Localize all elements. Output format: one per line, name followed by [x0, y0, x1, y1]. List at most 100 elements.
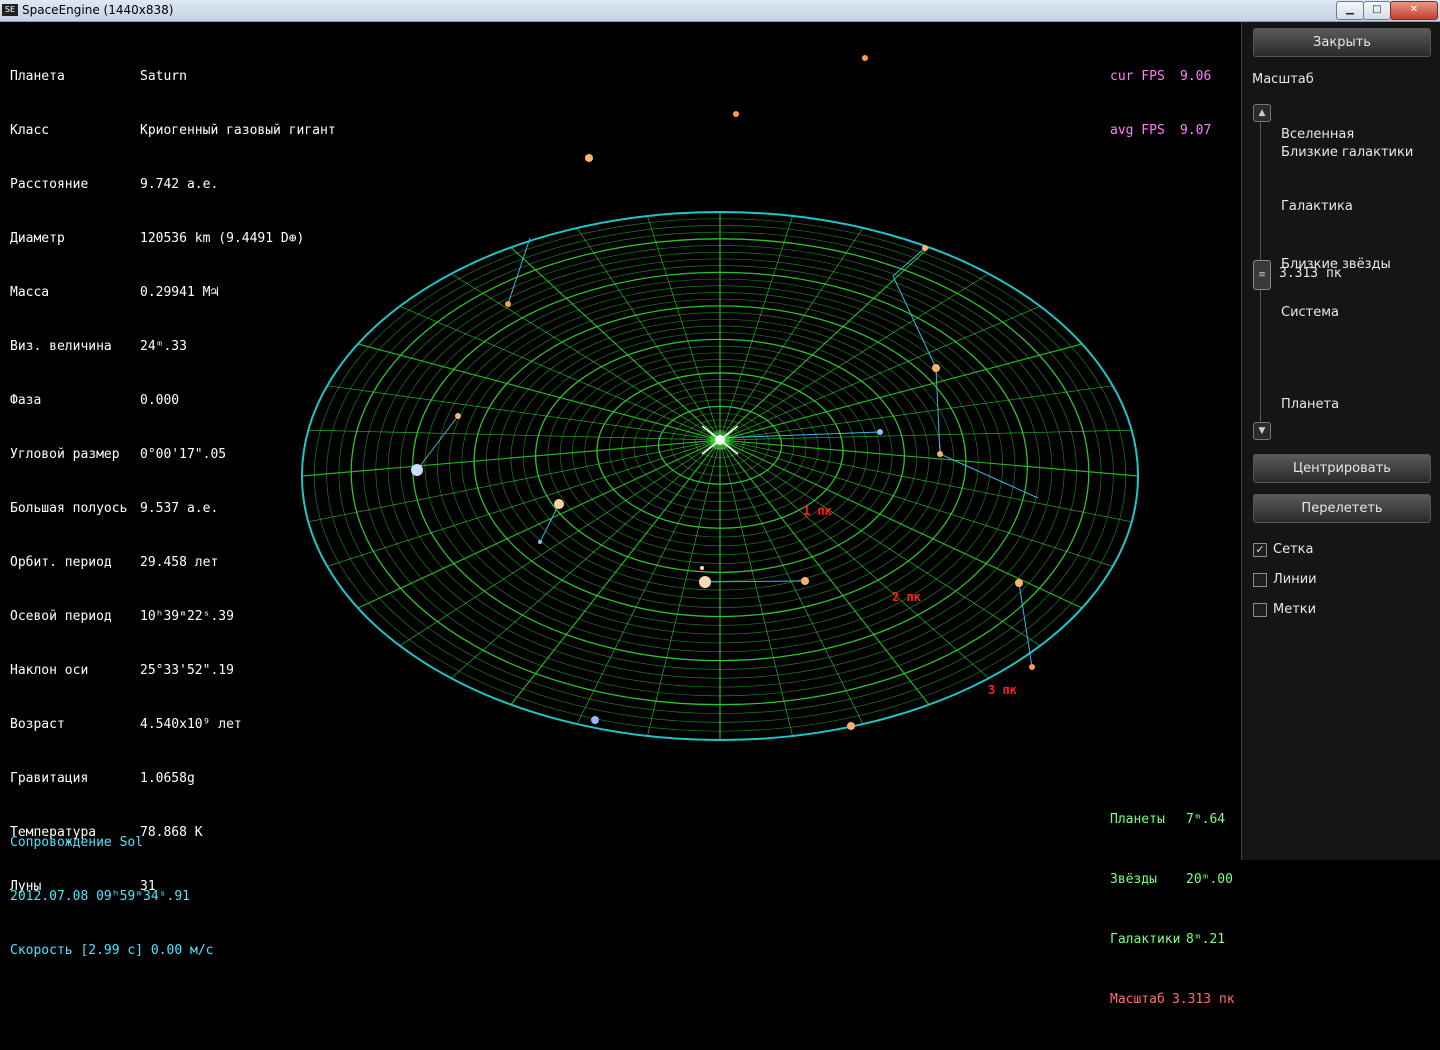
info-label: Угловой размер [10, 447, 120, 462]
planets-mag-value: 7ᵐ.64 [1186, 812, 1226, 827]
navigation-status: Сопровождение Sol 2012.07.08 09ʰ59ᵐ34ˢ.9… [10, 798, 214, 996]
info-label: Большая полуось [10, 501, 128, 516]
grid-label-2pc: 2 пк [892, 590, 921, 604]
info-value: 0°00'17".05 [140, 447, 227, 462]
close-window-button[interactable]: ✕ [1390, 1, 1438, 20]
center-button[interactable]: Центрировать [1253, 454, 1431, 483]
star-marker [932, 364, 940, 372]
info-label: Класс [10, 123, 50, 138]
info-row-gravity: Гравитация 1.0658g [10, 770, 336, 788]
checkbox-unchecked-icon[interactable] [1253, 602, 1267, 617]
fly-to-button[interactable]: Перелететь [1253, 494, 1431, 523]
info-value: 9.537 а.е. [140, 501, 219, 516]
info-label: Масса [10, 285, 50, 300]
close-panel-button[interactable]: Закрыть [1253, 28, 1431, 57]
labels-checkbox[interactable]: Метки [1253, 602, 1316, 620]
scale-item-planet[interactable]: Планета [1281, 396, 1339, 414]
lines-checkbox[interactable]: Линии [1253, 572, 1317, 590]
info-row-mass: Масса 0.29941 M♃ [10, 284, 336, 302]
info-label: Планета [10, 69, 65, 84]
space-viewport[interactable]: Планета Saturn Класс Криогенный газовый ги… [0, 22, 1240, 1007]
info-label: Фаза [10, 393, 42, 408]
grid-spoke [357, 343, 721, 441]
galaxies-mag-label: Галактики [1110, 932, 1181, 947]
grid-label-1pc: 1 пк [803, 504, 832, 518]
magnitude-limits: Планеты 7ᵐ.64 Звёзды 20ᵐ.00 Галактики 8ᵐ.21… [1110, 770, 1235, 1050]
star-marker [591, 716, 599, 724]
scale-item-system[interactable]: Система [1281, 304, 1339, 322]
info-row-phase: Фаза 0.000 [10, 392, 336, 410]
star-marker [1015, 579, 1023, 587]
info-row-age: Возраст 4.540x10⁹ лет [10, 716, 336, 734]
info-row-angular-size: Угловой размер 0°00'17".05 [10, 446, 336, 464]
date-time: 2012.07.08 09ʰ59ᵐ34ˢ.91 [10, 889, 191, 904]
info-value: 29.458 лет [140, 555, 219, 570]
map-control-panel: Закрыть Масштаб ▲ ≡ ▼ Вселенная Близкие … [1241, 22, 1440, 860]
info-label: Орбит. период [10, 555, 112, 570]
star-marker [733, 111, 739, 117]
lines-checkbox-label: Линии [1273, 572, 1317, 587]
constellation-line [935, 367, 941, 455]
checkbox-checked-icon[interactable]: ✓ [1253, 542, 1267, 557]
scale-up-arrow-icon[interactable]: ▲ [1253, 104, 1271, 122]
info-value: 9.742 а.е. [140, 177, 219, 192]
info-row-orbital-period: Орбит. период 29.458 лет [10, 554, 336, 572]
info-value: 120536 km (9.4491 D⊕) [140, 231, 305, 246]
grid-spoke [647, 439, 721, 737]
info-value: 10ʰ39ᵐ22ˢ.39 [140, 609, 234, 624]
star-marker [411, 464, 423, 476]
scale-down-arrow-icon[interactable]: ▼ [1253, 422, 1271, 440]
scale-readout-value: 3.313 пк [1172, 992, 1235, 1007]
info-label: Наклон оси [10, 663, 89, 678]
star-marker [862, 55, 868, 61]
scale-item-universe[interactable]: Вселенная [1281, 126, 1354, 144]
info-value: 0.000 [140, 393, 180, 408]
star-marker [700, 566, 704, 570]
grid-spoke [451, 273, 721, 441]
scale-readout-label: Масштаб [1110, 992, 1165, 1007]
scale-slider-thumb[interactable]: ≡ [1253, 260, 1271, 290]
grid-spoke [719, 439, 930, 706]
app-icon: SE [2, 4, 18, 16]
info-row-magnitude: Виз. величина 24ᵐ.33 [10, 338, 336, 356]
grid-checkbox-label: Сетка [1273, 542, 1314, 557]
info-value: 4.540x10⁹ лет [140, 717, 242, 732]
grid-label-3pc: 3 пк [988, 683, 1017, 697]
info-row-semimajor-axis: Большая полуось 9.537 а.е. [10, 500, 336, 518]
info-row-axial-tilt: Наклон оси 25°33'52".19 [10, 662, 336, 680]
info-row-diameter: Диаметр 120536 km (9.4491 D⊕) [10, 230, 336, 248]
info-label: Возраст [10, 717, 65, 732]
minimize-button[interactable]: ▁ [1336, 1, 1364, 20]
constellation-line [1018, 582, 1033, 668]
info-row-axial-period: Осевой период 10ʰ39ᵐ22ˢ.39 [10, 608, 336, 626]
info-row-planet: Планета Saturn [10, 68, 336, 86]
grid-spoke [719, 343, 1083, 441]
stars-mag-label: Звёзды [1110, 872, 1157, 887]
stars-mag-value: 20ᵐ.00 [1186, 872, 1233, 887]
grid-spoke [719, 305, 1041, 441]
window-title: SpaceEngine (1440x838) [22, 3, 174, 17]
constellation-line [539, 503, 560, 543]
star-marker [877, 429, 883, 435]
grid-spoke [510, 439, 721, 706]
galaxies-mag-value: 8ᵐ.21 [1186, 932, 1226, 947]
grid-spoke [399, 305, 721, 441]
star-marker [699, 576, 711, 588]
scale-item-galaxy[interactable]: Галактика [1281, 198, 1353, 216]
constellation-line [939, 453, 1039, 499]
checkbox-unchecked-icon[interactable] [1253, 572, 1267, 587]
info-value: 0.29941 M♃ [140, 285, 219, 300]
scale-slider[interactable]: ▲ ≡ ▼ [1253, 104, 1271, 440]
info-label: Виз. величина [10, 339, 112, 354]
scale-title: Масштаб [1252, 72, 1314, 87]
maximize-button[interactable]: □ [1363, 1, 1391, 20]
star-marker [801, 577, 809, 585]
info-label: Гравитация [10, 771, 89, 786]
info-value: 1.0658g [140, 771, 195, 786]
star-marker [554, 499, 564, 509]
grid-checkbox[interactable]: ✓ Сетка [1253, 542, 1313, 560]
scale-item-near-galaxies[interactable]: Близкие галактики [1281, 144, 1413, 162]
star-marker [585, 154, 593, 162]
info-value: Криогенный газовый гигант [140, 123, 336, 138]
star-marker [847, 722, 855, 730]
